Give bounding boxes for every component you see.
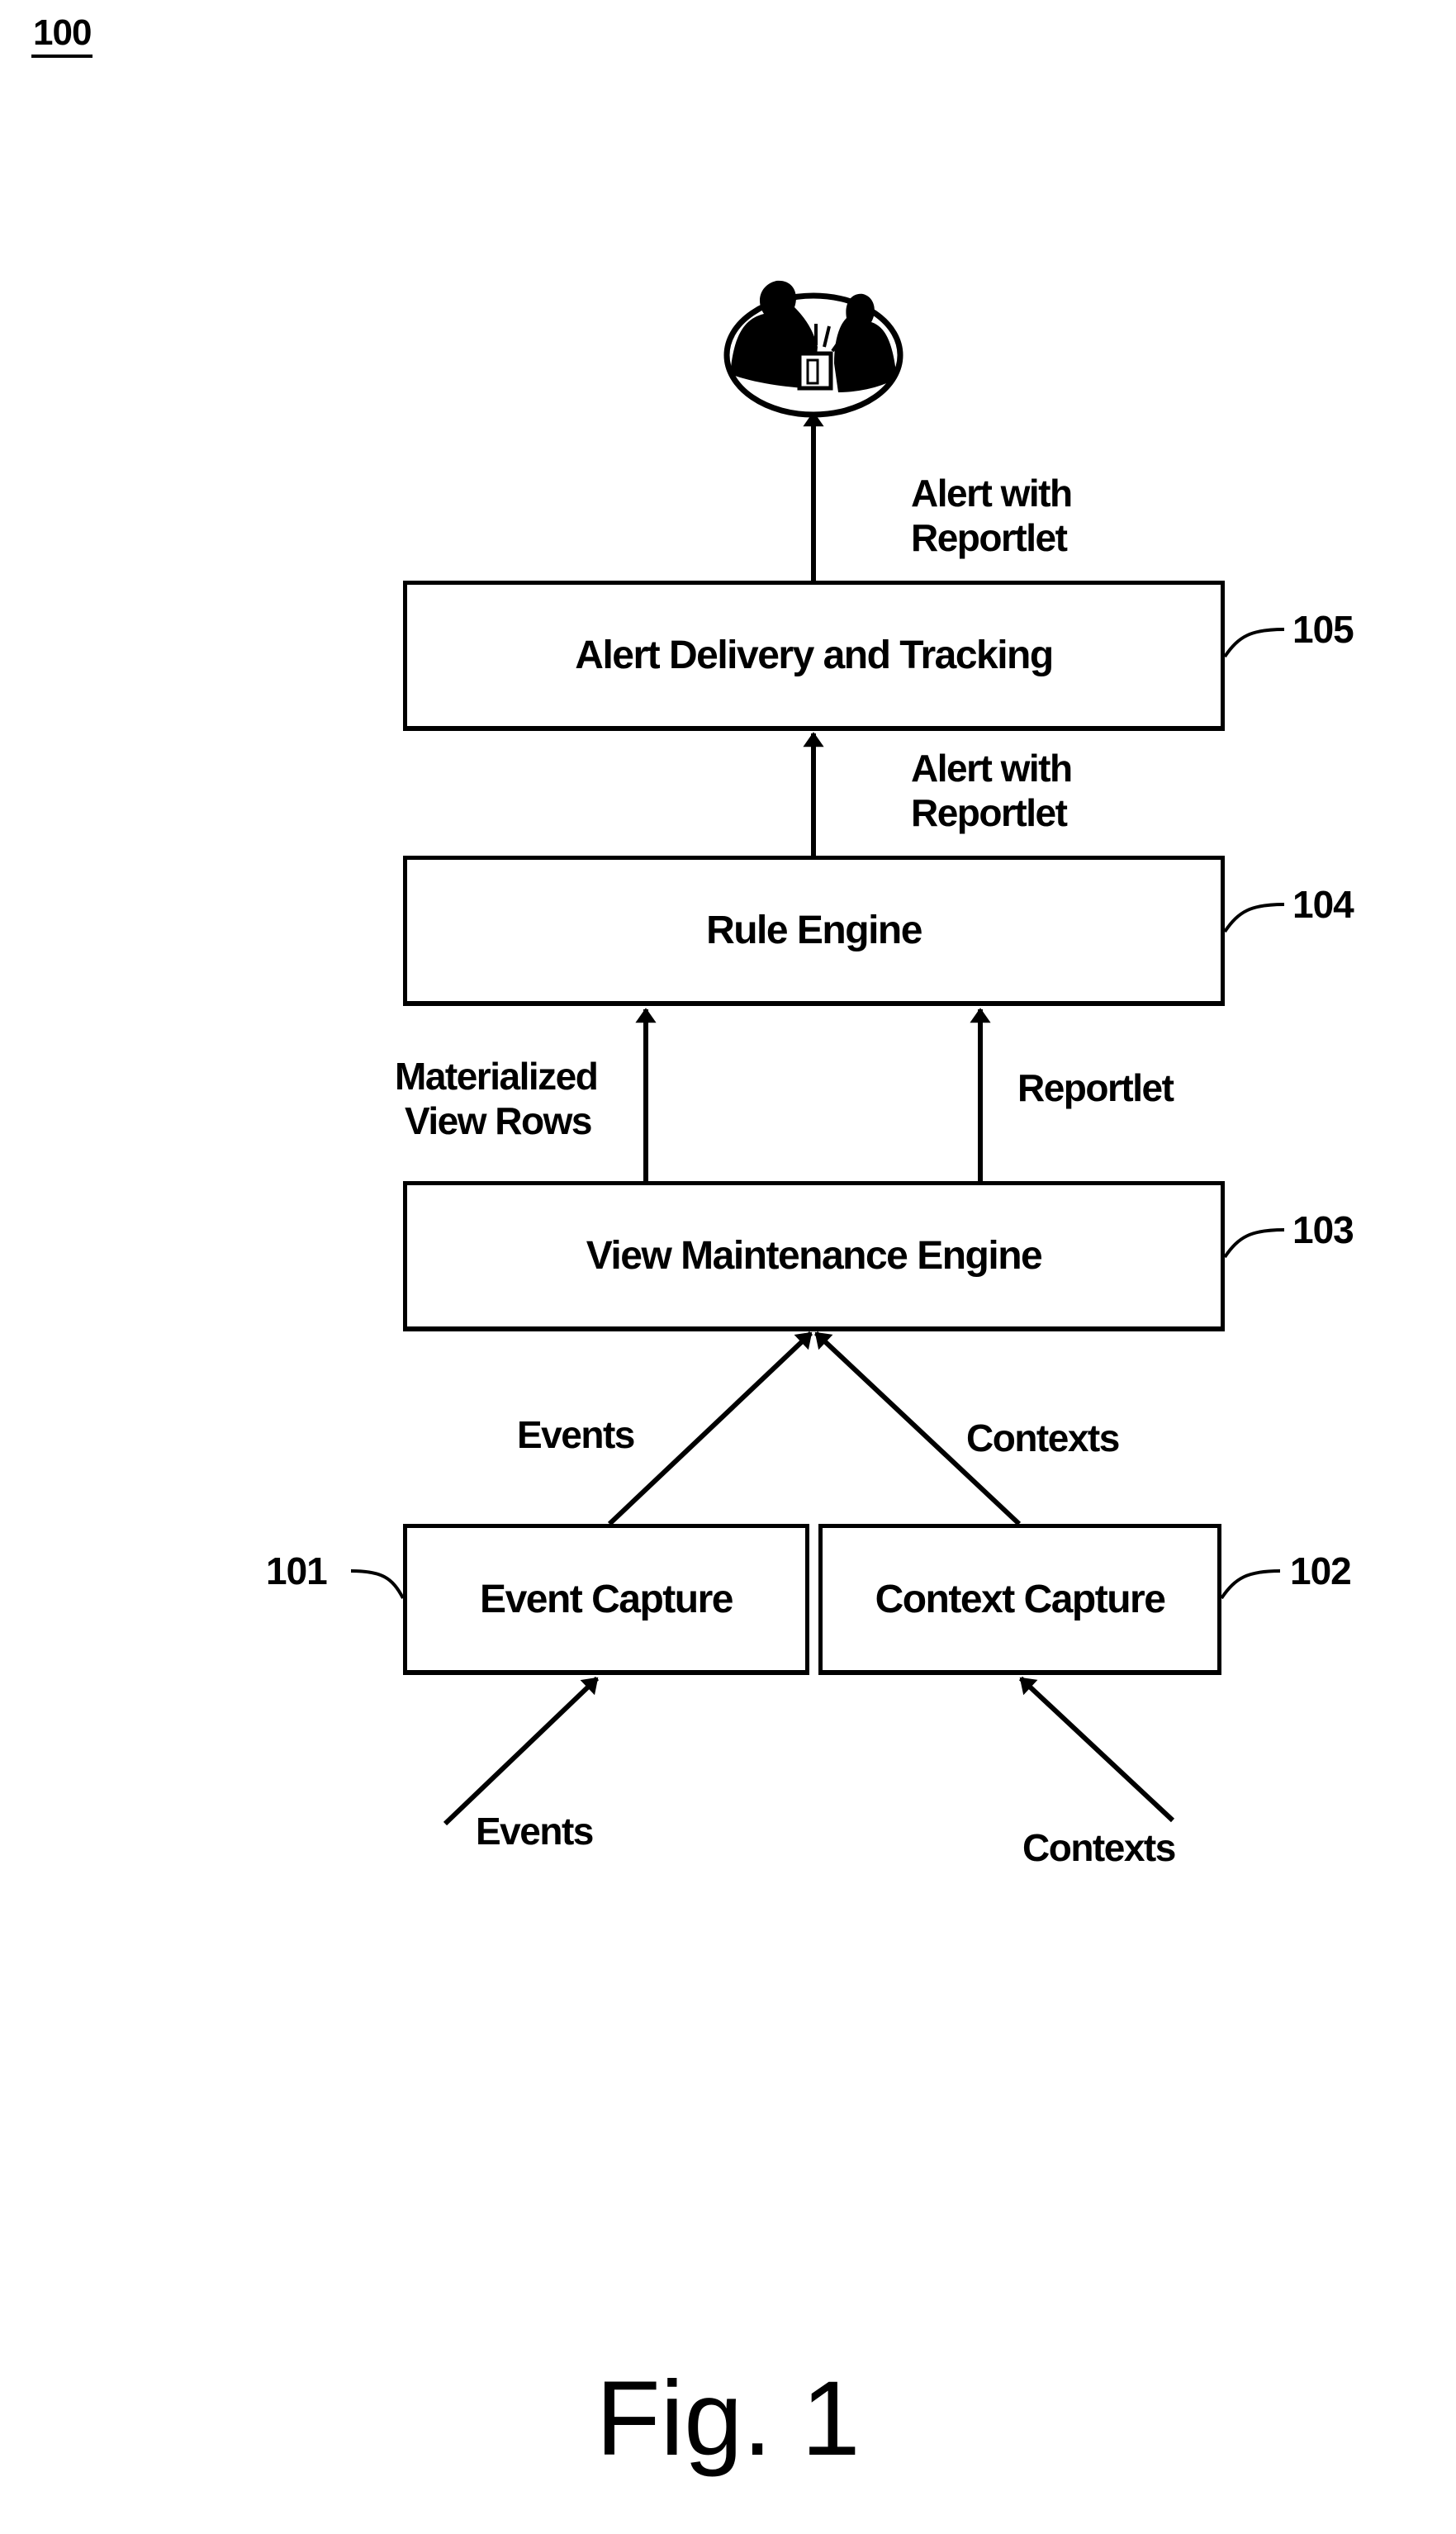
- materialized-line1: Materialized: [395, 1055, 599, 1098]
- contexts-input-label: Contexts: [1022, 1826, 1176, 1869]
- event-capture-label: Event Capture: [480, 1577, 733, 1621]
- leader-104: [1223, 903, 1285, 933]
- leader-102: [1220, 1569, 1281, 1600]
- context-capture-box: Context Capture: [818, 1524, 1221, 1675]
- materialized-line2: View Rows: [405, 1099, 592, 1142]
- arrow-input-events: [443, 1676, 600, 1826]
- leader-101: [350, 1569, 405, 1599]
- view-maintenance-label: View Maintenance Engine: [586, 1234, 1043, 1278]
- event-capture-box: Event Capture: [403, 1524, 809, 1675]
- context-capture-label: Context Capture: [875, 1577, 1166, 1621]
- alert-to-users-line2: Reportlet: [911, 516, 1068, 559]
- ref-104: 104: [1292, 883, 1354, 926]
- events-upper-label: Events: [517, 1413, 635, 1456]
- arrow-events-to-view-maintenance: [607, 1331, 813, 1526]
- rule-to-alert-label: Alert with Reportlet: [911, 746, 1073, 835]
- leader-103: [1223, 1228, 1285, 1259]
- leader-105: [1223, 628, 1285, 658]
- ref-103: 103: [1292, 1208, 1354, 1251]
- rule-to-alert-line1: Alert with: [911, 747, 1073, 790]
- arrow-input-contexts: [1018, 1676, 1175, 1823]
- ref-102: 102: [1290, 1549, 1352, 1592]
- people-with-alert-icon: [723, 280, 903, 418]
- rule-engine-box: Rule Engine: [403, 856, 1225, 1006]
- figure-caption: Fig. 1: [595, 2360, 861, 2478]
- alert-to-users-label: Alert with Reportlet: [911, 471, 1073, 560]
- contexts-upper-label: Contexts: [966, 1416, 1120, 1459]
- reportlet-label: Reportlet: [1017, 1066, 1174, 1109]
- ref-101: 101: [266, 1549, 328, 1592]
- alert-delivery-box: Alert Delivery and Tracking: [403, 581, 1225, 731]
- alert-delivery-label: Alert Delivery and Tracking: [575, 634, 1054, 677]
- alert-to-users-line1: Alert with: [911, 472, 1073, 515]
- materialized-view-rows-label: Materialized View Rows: [395, 1054, 599, 1143]
- ref-105: 105: [1292, 608, 1354, 651]
- rule-engine-label: Rule Engine: [706, 909, 922, 952]
- events-input-label: Events: [476, 1810, 594, 1853]
- view-maintenance-box: View Maintenance Engine: [403, 1181, 1225, 1331]
- rule-to-alert-line2: Reportlet: [911, 791, 1068, 834]
